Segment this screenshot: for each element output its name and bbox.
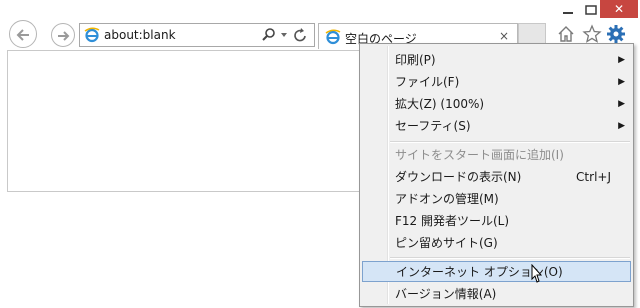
menu-item-label: セーフティ(S) [395, 119, 471, 133]
refresh-icon [294, 28, 306, 42]
menu-item-label: ダウンロードの表示(N) [395, 170, 522, 184]
submenu-arrow-icon: ▶ [618, 121, 625, 131]
ie-logo-icon [84, 27, 100, 46]
back-button[interactable] [9, 20, 37, 48]
menu-item-internet-options[interactable]: インターネット オプション(O) [362, 261, 631, 282]
address-url: about:blank [104, 28, 176, 42]
address-tools [262, 27, 310, 43]
menu-item-manage-addons[interactable]: アドオンの管理(M) [362, 189, 631, 210]
menu-item-label: アドオンの管理(M) [395, 192, 499, 206]
back-arrow-icon [16, 29, 29, 41]
tools-menu: 印刷(P) ▶ ファイル(F) ▶ 拡大(Z) (100%) ▶ セーフティ(S… [359, 43, 634, 307]
menu-item-file[interactable]: ファイル(F) ▶ [362, 72, 631, 93]
tab-close-icon[interactable]: × [499, 29, 509, 43]
menu-item-dev-tools[interactable]: F12 開発者ツール(L) [362, 211, 631, 232]
menu-item-about[interactable]: バージョン情報(A) [362, 284, 631, 305]
menu-separator [390, 141, 630, 143]
menu-item-label: サイトをスタート画面に追加(I) [395, 148, 564, 162]
ie-tab-icon [325, 29, 341, 48]
mouse-cursor-icon [528, 263, 543, 289]
menu-item-label: 印刷(P) [395, 53, 436, 67]
menu-item-shortcut: Ctrl+J [576, 170, 611, 184]
close-window-button[interactable]: ✕ [600, 0, 638, 18]
forward-button[interactable] [51, 23, 75, 47]
favorites-star-icon[interactable] [582, 24, 602, 44]
menu-item-pinned-sites[interactable]: ピン留めサイト(G) [362, 233, 631, 254]
minimize-button[interactable] [555, 2, 581, 18]
menu-item-label: F12 開発者ツール(L) [395, 214, 510, 228]
submenu-arrow-icon: ▶ [618, 99, 625, 109]
menu-item-label: 拡大(Z) (100%) [395, 97, 485, 111]
menu-item-print[interactable]: 印刷(P) ▶ [362, 50, 631, 71]
submenu-arrow-icon: ▶ [618, 55, 625, 65]
dropdown-arrow-icon [281, 33, 287, 37]
menu-separator [390, 257, 630, 259]
gear-icon[interactable] [606, 24, 626, 44]
menu-item-label: ファイル(F) [395, 75, 460, 89]
menu-item-view-downloads[interactable]: ダウンロードの表示(N) Ctrl+J [362, 167, 631, 188]
home-icon[interactable] [556, 24, 576, 44]
submenu-arrow-icon: ▶ [618, 77, 625, 87]
search-icon [262, 28, 275, 41]
menu-item-safety[interactable]: セーフティ(S) ▶ [362, 116, 631, 137]
menu-item-label: バージョン情報(A) [395, 287, 497, 301]
maximize-button[interactable] [584, 2, 598, 18]
forward-arrow-icon [58, 31, 70, 41]
menu-item-label: ピン留めサイト(G) [395, 236, 498, 250]
menu-item-add-site-to-start: サイトをスタート画面に追加(I) [362, 145, 631, 166]
menu-item-zoom[interactable]: 拡大(Z) (100%) ▶ [362, 94, 631, 115]
address-bar[interactable]: about:blank [79, 23, 315, 47]
